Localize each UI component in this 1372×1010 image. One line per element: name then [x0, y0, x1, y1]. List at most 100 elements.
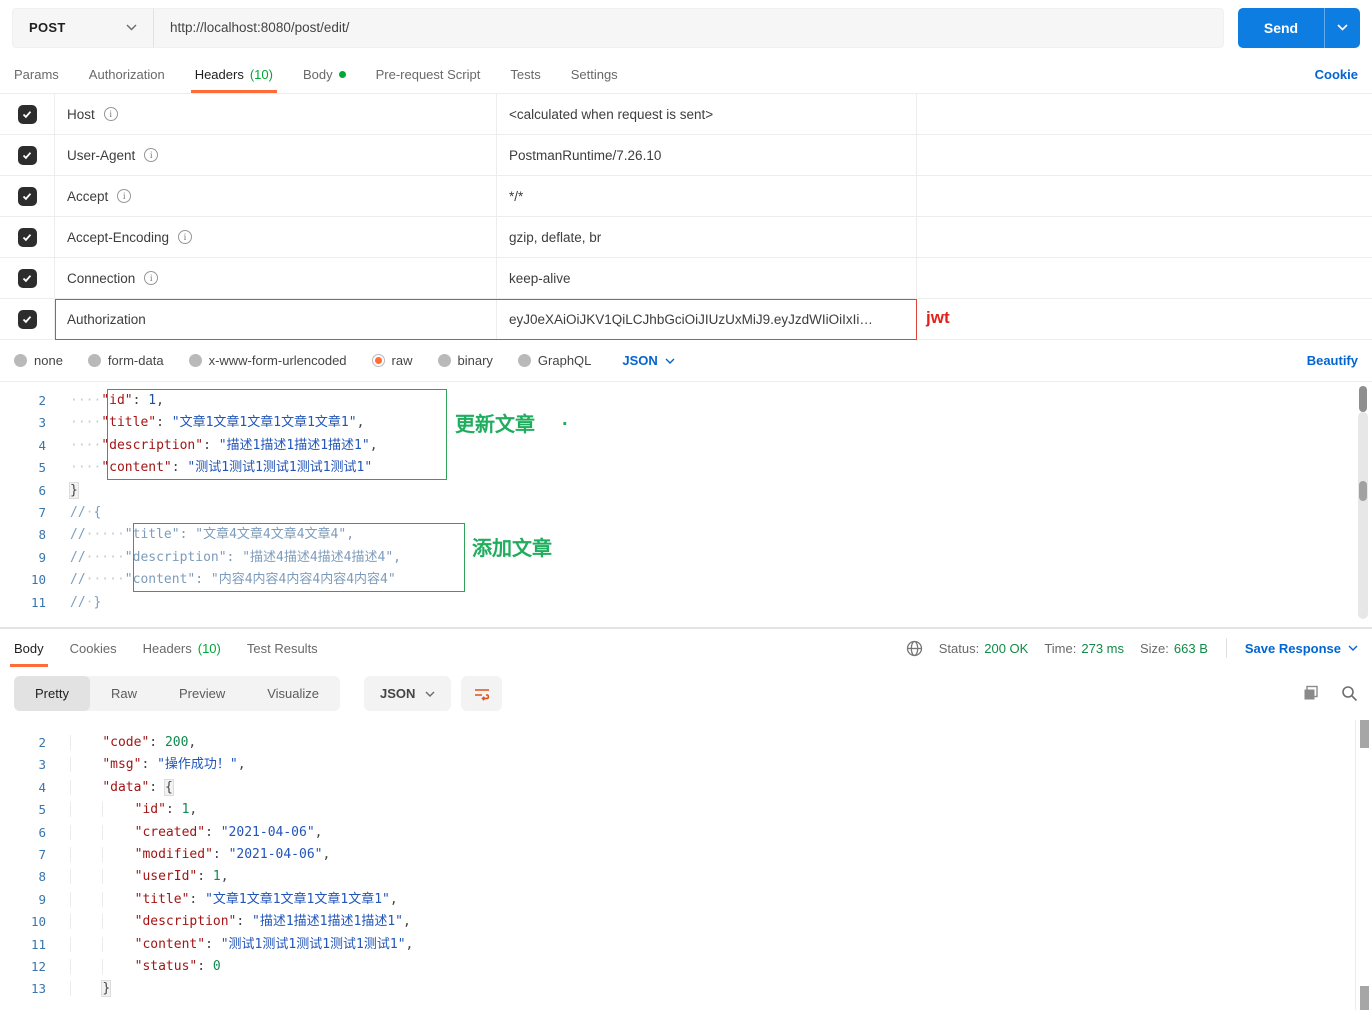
- mode-form-data[interactable]: form-data: [87, 353, 164, 368]
- header-key-cell[interactable]: Accept i: [55, 176, 497, 216]
- checkbox-checked[interactable]: [17, 186, 37, 206]
- chevron-down-icon: [425, 691, 435, 697]
- size-pair: Size: 663 B: [1140, 641, 1208, 656]
- code-token: "description": [134, 914, 237, 930]
- method-select[interactable]: POST: [12, 7, 154, 48]
- header-value-cell[interactable]: gzip, deflate, br: [497, 217, 917, 257]
- header-key-cell[interactable]: Connection i: [55, 258, 497, 298]
- header-value: gzip, deflate, br: [509, 229, 602, 245]
- header-value-cell[interactable]: PostmanRuntime/7.26.10: [497, 135, 917, 175]
- url-input[interactable]: http://localhost:8080/post/edit/: [154, 7, 1224, 48]
- code-token: [70, 914, 103, 930]
- row-spacer: [917, 135, 1372, 175]
- code-text: //·{: [70, 502, 101, 524]
- code-token: :: [149, 735, 165, 750]
- send-button[interactable]: Send: [1238, 7, 1324, 48]
- tab-headers[interactable]: Headers (10): [190, 55, 278, 93]
- header-value: */*: [509, 188, 524, 204]
- tab-settings[interactable]: Settings: [571, 55, 618, 93]
- line-number: 4: [38, 437, 46, 453]
- code-token: :: [156, 415, 172, 431]
- code-line: 5 ····"content": "测试1测试1测试1测试1测试1": [0, 457, 1372, 479]
- checkbox-checked[interactable]: [17, 227, 37, 247]
- line-number: 10: [30, 914, 46, 930]
- code-token: [102, 824, 135, 840]
- checkbox-checked[interactable]: [17, 309, 37, 329]
- header-key-cell[interactable]: Host i: [55, 94, 497, 134]
- line-number: 12: [30, 958, 46, 974]
- scrollbar-thumb[interactable]: [1359, 481, 1367, 501]
- send-options-button[interactable]: [1324, 7, 1360, 48]
- checkbox-checked[interactable]: [17, 104, 37, 124]
- mode-x-www-form-urlencoded[interactable]: x-www-form-urlencoded: [188, 353, 347, 368]
- save-response-button[interactable]: Save Response: [1245, 641, 1358, 656]
- beautify-link[interactable]: Beautify: [1307, 353, 1358, 368]
- code-token: :: [197, 869, 213, 885]
- size-label: Size:: [1140, 640, 1169, 656]
- tab-label: Headers: [194, 66, 244, 82]
- tab-body[interactable]: Body: [303, 55, 346, 93]
- line-number: 8: [38, 869, 46, 885]
- view-pretty[interactable]: Pretty: [14, 676, 90, 711]
- cookie-link[interactable]: Cookie: [1315, 67, 1358, 82]
- tab-label: Settings: [570, 66, 618, 82]
- checkbox-checked[interactable]: [17, 145, 37, 165]
- header-key-cell[interactable]: Accept-Encoding i: [55, 217, 497, 257]
- copy-icon[interactable]: [1303, 685, 1320, 702]
- scrollbar-track[interactable]: [1358, 412, 1368, 619]
- request-url-bar: POST http://localhost:8080/post/edit/ Se…: [0, 0, 1372, 55]
- code-token: :: [203, 437, 219, 453]
- header-key: Accept: [67, 188, 109, 204]
- tab-params[interactable]: Params: [14, 55, 59, 93]
- tab-pre-request-script[interactable]: Pre-request Script: [376, 55, 481, 93]
- header-value-cell[interactable]: */*: [497, 176, 917, 216]
- view-preview[interactable]: Preview: [158, 676, 246, 711]
- header-value-cell[interactable]: eyJ0eXAiOiJKV1QiLCJhbGciOiJIUzUxMiJ9.eyJ…: [497, 299, 917, 339]
- request-body-editor[interactable]: 2 ····"id": 1, 3 ····"title": "文章1文章1文章1文章1…: [0, 382, 1372, 628]
- code-text: "msg": "操作成功！",: [70, 754, 246, 776]
- mode-binary[interactable]: binary: [437, 353, 493, 368]
- code-token: :: [212, 846, 229, 862]
- checkbox-checked[interactable]: [17, 268, 37, 288]
- code-line: 9 //·····"description": "描述4描述4描述4描述4",: [0, 547, 1372, 569]
- header-key-cell[interactable]: User-Agent i: [55, 135, 497, 175]
- tab-tests[interactable]: Tests: [510, 55, 540, 93]
- response-body-editor[interactable]: 2 "code": 200, 3 "msg": "操作成功！", 4 "data":…: [0, 720, 1372, 1010]
- code-token: [70, 958, 103, 974]
- tab-response-headers[interactable]: Headers (10): [143, 629, 221, 667]
- code-token: "测试1测试1测试1测试1测试1": [187, 460, 373, 476]
- time-value: 273 ms: [1081, 640, 1124, 656]
- code-token: [70, 824, 103, 840]
- line-number: 11: [30, 936, 46, 952]
- view-raw[interactable]: Raw: [90, 676, 158, 711]
- response-language-select[interactable]: JSON: [364, 676, 452, 711]
- chevron-down-icon: [665, 358, 675, 364]
- header-key-cell[interactable]: Authorization: [55, 299, 497, 339]
- header-key: User-Agent: [67, 147, 136, 163]
- header-value-cell[interactable]: <calculated when request is sent>: [497, 94, 917, 134]
- code-token: [102, 891, 135, 907]
- tab-authorization[interactable]: Authorization: [89, 55, 165, 93]
- code-text: //·····"title": "文章4文章4文章4文章4",: [70, 524, 354, 546]
- header-value: keep-alive: [509, 270, 571, 286]
- mode-raw[interactable]: raw: [371, 353, 413, 368]
- tab-response-body[interactable]: Body: [10, 629, 48, 667]
- scrollbar-thumb[interactable]: [1359, 386, 1367, 412]
- search-icon[interactable]: [1341, 685, 1358, 702]
- wrap-text-button[interactable]: [461, 676, 503, 711]
- scrollbar-thumb[interactable]: [1360, 720, 1369, 748]
- line-number: 9: [38, 549, 46, 565]
- tab-response-cookies[interactable]: Cookies: [70, 629, 117, 667]
- line-number: 3: [38, 415, 46, 431]
- code-token: [70, 891, 103, 907]
- header-value-cell[interactable]: keep-alive: [497, 258, 917, 298]
- radio-selected-icon: [371, 354, 385, 367]
- code-text: //·····"content": "内容4内容4内容4内容4内容4": [70, 569, 396, 591]
- mode-none[interactable]: none: [14, 353, 63, 368]
- tab-test-results[interactable]: Test Results: [247, 629, 318, 667]
- mode-graphql[interactable]: GraphQL: [517, 353, 591, 368]
- body-language-select[interactable]: JSON: [622, 353, 675, 368]
- code-line: 10 //·····"content": "内容4内容4内容4内容4内容4": [0, 569, 1372, 591]
- view-visualize[interactable]: Visualize: [246, 676, 340, 711]
- scrollbar-thumb[interactable]: [1360, 986, 1369, 1010]
